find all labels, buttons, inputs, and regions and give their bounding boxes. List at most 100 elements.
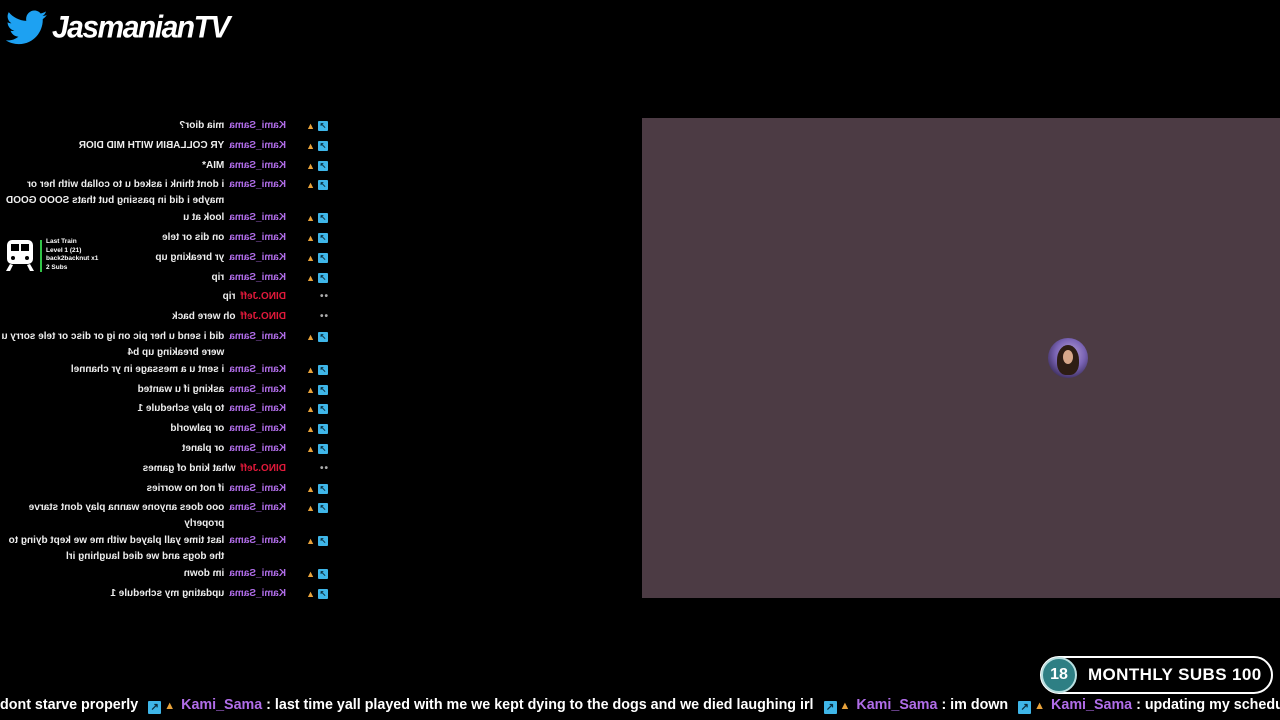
chat-username: Kami_Sama — [229, 502, 286, 514]
chat-badges: ↗ ▲ — [286, 210, 330, 226]
chat-message: •• DINO.Jeff oh were back — [0, 309, 330, 328]
chat-message: •• DINO.Jeff what kind of games — [0, 461, 330, 480]
chat-badges: •• — [286, 289, 330, 305]
train-info: Last Train Level 1 (21) back2backnut x1 … — [46, 238, 98, 272]
chat-username: Kami_Sama — [229, 482, 286, 494]
chat-badges: ↗ ▲ — [286, 566, 330, 582]
fire-badge-icon: ▲ — [306, 483, 315, 494]
chat-username: Kami_Sama — [229, 383, 286, 395]
chat-message: ↗ ▲ Kami_Sama asking if u wanted — [0, 382, 330, 401]
chat-message: ↗ ▲ Kami_Sama to play schedule 1 — [0, 401, 330, 420]
ticker-username: Kami_Sama — [1051, 697, 1133, 713]
chat-badges: •• — [286, 461, 330, 477]
subscriber-badge-icon: ↗ — [318, 180, 328, 191]
chat-badges: ↗ ▲ — [286, 158, 330, 174]
subscriber-badge-icon: ↗ — [318, 443, 328, 454]
chat-badges: ↗ ▲ — [286, 481, 330, 497]
chat-username: Kami_Sama — [229, 567, 286, 579]
subscriber-badge-icon: ↗ — [823, 701, 837, 714]
ticker-username: Kami_Sama — [856, 697, 938, 713]
chat-message: ↗ ▲ Kami_Sama i dont think i asked u to col… — [0, 177, 330, 209]
chat-username: DINO.Jeff — [240, 291, 286, 303]
subscriber-badge-icon: ↗ — [318, 121, 328, 131]
subscriber-badge-icon: ↗ — [318, 404, 328, 415]
chat-text: asking if u wanted — [137, 383, 225, 395]
chat-badges: ↗ ▲ — [286, 421, 330, 437]
fire-badge-icon: ▲ — [306, 121, 315, 131]
fire-badge-icon: ▲ — [306, 232, 315, 243]
chat-message: ↗ ▲ Kami_Sama i sent u a message in yr chan… — [0, 362, 330, 381]
subscriber-badge-icon: ↗ — [318, 213, 328, 224]
chat-username: Kami_Sama — [229, 251, 286, 263]
sub-goal-label: MONTHLY SUBS 100 — [1088, 665, 1262, 684]
channel-name: JasmanianTV — [52, 10, 230, 45]
ticker-message: ↗ ▲ Kami_Sama : last time yall played with… — [138, 697, 814, 714]
chat-username: Kami_Sama — [229, 535, 286, 547]
chat-badges: ↗ ▲ — [286, 138, 330, 154]
chat-username: Kami_Sama — [229, 212, 286, 224]
ticker-message: ↗▲ Kami_Sama : updating my schedule 1 — [1008, 697, 1280, 714]
chat-message: ↗ ▲ Kami_Sama YR COLLABIN WITH MID DIOR — [0, 138, 330, 157]
ticker-text: : last time yall played with me we kept … — [262, 697, 814, 713]
chat-text: or planet — [182, 442, 225, 454]
subscriber-badge-icon: ↗ — [318, 331, 328, 342]
fire-badge-icon: ▲ — [306, 536, 315, 547]
chat-message: ↗ ▲ Kami_Sama im down — [0, 566, 330, 585]
chat-username: Kami_Sama — [229, 271, 286, 283]
chat-username: Kami_Sama — [229, 139, 286, 151]
subscriber-badge-icon: ↗ — [318, 232, 328, 243]
fire-badge-icon: ▲ — [306, 443, 315, 454]
chat-badges: ↗ ▲ — [286, 441, 330, 457]
fire-badge-icon: ▲ — [306, 331, 315, 342]
chat-text: oh were back — [172, 311, 236, 323]
fire-badge-icon: ▲ — [306, 568, 315, 579]
chat-username: Kami_Sama — [229, 179, 286, 191]
subscriber-badge-icon: ↗ — [318, 483, 328, 494]
chat-badges: ↗ ▲ — [286, 270, 330, 286]
train-title: Last Train — [46, 238, 77, 245]
chat-badges: ↗ ▲ — [286, 362, 330, 378]
chat-text: rip — [222, 291, 236, 303]
sub-goal-widget: 18 MONTHLY SUBS 100 — [1040, 656, 1273, 694]
chat-text: im down — [183, 567, 225, 579]
chat-text: if not no worries — [146, 482, 225, 494]
subscriber-badge-icon: ↗ — [318, 160, 328, 171]
chat-message: ↗ ▲ Kami_Sama last time yall played with me… — [0, 533, 330, 565]
fire-badge-icon: ▲ — [306, 364, 315, 375]
chat-username: Kami_Sama — [229, 159, 286, 171]
train-progress-bar — [40, 240, 42, 272]
ticker-message: ↗ ▲ Kami_Sama : im down — [814, 697, 1008, 714]
hype-train-widget: Last Train Level 1 (21) back2backnut x1 … — [4, 238, 98, 272]
chat-text: i sent u a message in yr channel — [70, 363, 225, 375]
chat-username: Kami_Sama — [229, 231, 286, 243]
subscriber-badge-icon: ↗ — [318, 364, 328, 375]
chat-message: ↗ ▲ Kami_Sama look at u — [0, 210, 330, 229]
subscriber-badge-icon: ↗ — [318, 252, 328, 263]
chat-text: MIA* — [202, 159, 225, 171]
chat-message: ↗ ▲ Kami_Sama did i send u her pic on ig or… — [0, 329, 330, 361]
ticker-username: Kami_Sama — [181, 697, 263, 713]
chat-text: look at u — [183, 212, 225, 224]
chat-message: ↗ ▲ Kami_Sama or planet — [0, 441, 330, 460]
fire-badge-icon: ▲ — [306, 272, 315, 283]
chat-text: or palworld — [170, 423, 225, 435]
chat-text: updating my schedule 1 — [110, 587, 225, 599]
chat-text: i dont think i asked u to collab with he… — [5, 179, 225, 207]
ticker-text: dont starve properly — [0, 697, 139, 713]
chat-username: Kami_Sama — [229, 403, 286, 415]
subscriber-badge-icon: ↗ — [318, 424, 328, 435]
chat-username: Kami_Sama — [229, 442, 286, 454]
streamer-avatar — [1048, 338, 1088, 378]
fire-badge-icon: ▲ — [306, 252, 315, 263]
chat-badges: ↗ ▲ — [286, 177, 330, 193]
chat-message: ↗ ▲ Kami_Sama MIA* — [0, 158, 330, 177]
chat-overlay: ↗ ▲ Kami_Sama mia dior? ↗ ▲ Kami_Sama YR COLLAB… — [0, 118, 330, 606]
fire-badge-icon: ▲ — [306, 424, 315, 435]
chat-message: ↗ ▲ Kami_Sama if not no worries — [0, 481, 330, 500]
train-icon — [4, 238, 36, 272]
chat-username: Kami_Sama — [229, 330, 286, 342]
fire-badge-icon: ▲ — [839, 700, 851, 712]
subscriber-badge-icon: ↗ — [148, 701, 162, 714]
subscriber-badge-icon: ↗ — [318, 536, 328, 547]
chat-badges: ↗ ▲ — [286, 230, 330, 246]
